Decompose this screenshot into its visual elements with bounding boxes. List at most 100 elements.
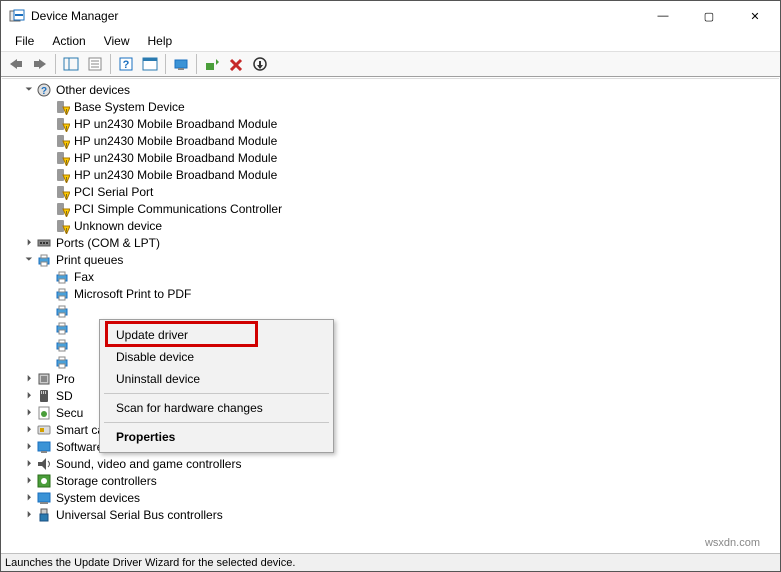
menu-action[interactable]: Action: [44, 32, 93, 50]
show-hide-tree-button[interactable]: [60, 53, 82, 75]
caret-collapsed-icon[interactable]: ⏵: [22, 407, 36, 418]
printer-icon: [36, 252, 52, 268]
properties-button[interactable]: [84, 53, 106, 75]
tree-node[interactable]: •!PCI Serial Port: [2, 183, 779, 200]
caret-collapsed-icon[interactable]: ⏵: [22, 441, 36, 452]
tree-node[interactable]: •Microsoft Print to PDF: [2, 285, 779, 302]
caret-none: •: [40, 221, 54, 231]
tree-node[interactable]: •!PCI Simple Communications Controller: [2, 200, 779, 217]
tree-node[interactable]: •! HP un2430 Mobile Broadband Module: [2, 115, 779, 132]
context-menu-properties[interactable]: Properties: [102, 426, 331, 448]
svg-text:!: !: [66, 126, 68, 132]
tree-node[interactable]: •Fax: [2, 268, 779, 285]
software-icon: [36, 439, 52, 455]
tree-node[interactable]: ⏷?Other devices: [2, 81, 779, 98]
system-icon: [36, 490, 52, 506]
caret-expanded-icon[interactable]: ⏷: [22, 84, 36, 95]
printer-icon: [54, 286, 70, 302]
action-button[interactable]: [139, 53, 161, 75]
window-title: Device Manager: [31, 9, 640, 23]
port-icon: [36, 235, 52, 251]
printer-icon: [54, 354, 70, 370]
update-driver-button[interactable]: [201, 53, 223, 75]
disable-device-button[interactable]: [249, 53, 271, 75]
close-button[interactable]: ✕: [732, 1, 778, 31]
security-icon: [36, 405, 52, 421]
scan-hardware-button[interactable]: [170, 53, 192, 75]
statusbar-text: Launches the Update Driver Wizard for th…: [5, 557, 295, 569]
svg-text:!: !: [66, 177, 68, 183]
caret-none: •: [40, 102, 54, 112]
tree-node[interactable]: ⏵ Sound, video and game controllers: [2, 455, 779, 472]
tree-node[interactable]: ⏷ Print queues: [2, 251, 779, 268]
uninstall-device-button[interactable]: [225, 53, 247, 75]
app-icon: [9, 8, 25, 24]
context-menu-scan-hardware[interactable]: Scan for hardware changes: [102, 397, 331, 419]
tree-node-label: HP un2430 Mobile Broadband Module: [74, 117, 277, 131]
caret-none: •: [40, 119, 54, 129]
tree-node-label: Sound, video and game controllers: [56, 457, 241, 471]
device-tree-container[interactable]: ⏷?Other devices•!Base System Device•!HP …: [2, 78, 779, 552]
caret-collapsed-icon[interactable]: ⏵: [22, 492, 36, 503]
warn-icon: !: [54, 218, 70, 234]
svg-text:!: !: [66, 143, 68, 149]
help-button[interactable]: ?: [115, 53, 137, 75]
warn-icon: !: [54, 133, 70, 149]
titlebar: Device Manager — ▢ ✕: [1, 1, 780, 31]
tree-node[interactable]: •!HP un2430 Mobile Broadband Module: [2, 166, 779, 183]
tree-node-label: Print queues: [56, 253, 123, 267]
caret-none: •: [40, 357, 54, 367]
menu-help[interactable]: Help: [140, 32, 181, 50]
tree-node-label: HP un2430 Mobile Broadband Module: [74, 134, 277, 148]
tree-node[interactable]: ⏵ Ports (COM & LPT): [2, 234, 779, 251]
smartcard-icon: [36, 422, 52, 438]
tree-node[interactable]: •!HP un2430 Mobile Broadband Module: [2, 132, 779, 149]
tree-node-label: Ports (COM & LPT): [56, 236, 160, 250]
toolbar-separator: [165, 54, 166, 74]
toolbar-separator: [110, 54, 111, 74]
caret-collapsed-icon[interactable]: ⏵: [22, 509, 36, 520]
nav-back-button[interactable]: [5, 53, 27, 75]
caret-collapsed-icon[interactable]: ⏵: [22, 424, 36, 435]
menu-file[interactable]: File: [7, 32, 42, 50]
tree-node[interactable]: •!Unknown device: [2, 217, 779, 234]
tree-node[interactable]: ⏵ Universal Serial Bus controllers: [2, 506, 779, 523]
caret-none: •: [40, 204, 54, 214]
warn-icon: !: [54, 201, 70, 217]
tree-node[interactable]: •: [2, 302, 779, 319]
context-menu: Update driver Disable device Uninstall d…: [99, 319, 334, 453]
caret-expanded-icon[interactable]: ⏷: [22, 254, 36, 265]
watermark: wsxdn.com: [705, 537, 760, 549]
minimize-button[interactable]: —: [640, 1, 686, 31]
context-menu-separator: [104, 422, 329, 423]
printer-icon: [54, 337, 70, 353]
warn-icon: !: [54, 184, 70, 200]
context-menu-update-driver[interactable]: Update driver: [102, 324, 331, 346]
warn-icon: !: [54, 99, 70, 115]
caret-collapsed-icon[interactable]: ⏵: [22, 373, 36, 384]
tree-node-label: Secu: [56, 406, 83, 420]
tree-node-label: Fax: [74, 270, 94, 284]
maximize-button[interactable]: ▢: [686, 1, 732, 31]
tree-node-label: Pro: [56, 372, 75, 386]
caret-none: •: [40, 340, 54, 350]
context-menu-uninstall-device[interactable]: Uninstall device: [102, 368, 331, 390]
tree-node-label: System devices: [56, 491, 140, 505]
tree-node-label: Universal Serial Bus controllers: [56, 508, 223, 522]
toolbar-separator: [196, 54, 197, 74]
tree-node[interactable]: ⏵ System devices: [2, 489, 779, 506]
tree-node[interactable]: •!HP un2430 Mobile Broadband Module: [2, 149, 779, 166]
caret-collapsed-icon[interactable]: ⏵: [22, 237, 36, 248]
tree-node[interactable]: ⏵Storage controllers: [2, 472, 779, 489]
warn-icon: !: [54, 116, 70, 132]
caret-none: •: [40, 187, 54, 197]
caret-collapsed-icon[interactable]: ⏵: [22, 475, 36, 486]
nav-forward-button[interactable]: [29, 53, 51, 75]
context-menu-disable-device[interactable]: Disable device: [102, 346, 331, 368]
caret-collapsed-icon[interactable]: ⏵: [22, 458, 36, 469]
tree-node[interactable]: •!Base System Device: [2, 98, 779, 115]
caret-none: •: [40, 289, 54, 299]
caret-collapsed-icon[interactable]: ⏵: [22, 390, 36, 401]
menu-view[interactable]: View: [96, 32, 138, 50]
warn-icon: !: [54, 167, 70, 183]
